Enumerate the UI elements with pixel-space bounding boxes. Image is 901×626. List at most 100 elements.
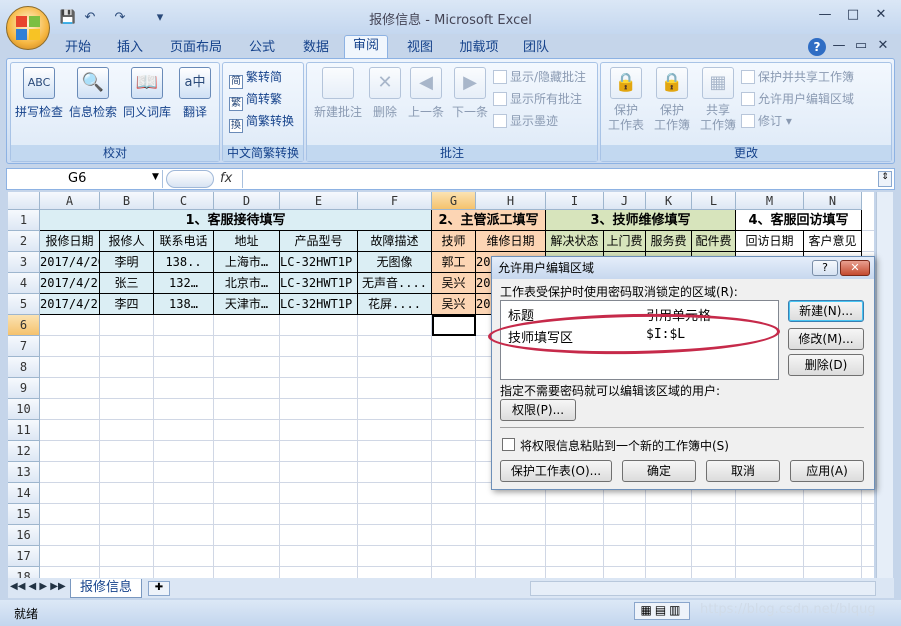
row-header[interactable]: 3 — [8, 252, 40, 273]
column-title-cell[interactable]: 产品型号 — [280, 231, 358, 252]
ok-button[interactable]: 确定 — [622, 460, 696, 482]
row-header[interactable]: 8 — [8, 357, 40, 378]
column-title-cell[interactable]: 解决状态 — [546, 231, 604, 252]
tab-page-layout[interactable]: 页面布局 — [164, 38, 228, 58]
new-range-button[interactable]: 新建(N)... — [788, 300, 864, 322]
paste-permissions-checkbox[interactable] — [502, 438, 515, 451]
name-box[interactable]: G6 — [8, 170, 163, 188]
next-comment-button[interactable]: ▶ 下一条 — [449, 65, 491, 129]
insert-sheet-icon[interactable]: ✚ — [148, 581, 170, 596]
table-cell[interactable]: 花屏.... — [358, 294, 432, 315]
table-cell[interactable]: LC-32HWT1P — [280, 294, 358, 315]
research-button[interactable]: 🔍 信息检索 — [67, 65, 119, 129]
row-header[interactable]: 15 — [8, 504, 40, 525]
column-header[interactable]: I — [546, 192, 604, 210]
table-cell[interactable]: 李明 — [100, 252, 154, 273]
column-title-cell[interactable]: 地址 — [214, 231, 280, 252]
column-title-cell[interactable]: 报修日期 — [40, 231, 100, 252]
view-buttons[interactable]: ▦▤▥ — [634, 602, 690, 620]
row-header[interactable]: 9 — [8, 378, 40, 399]
column-title-cell[interactable]: 故障描述 — [358, 231, 432, 252]
column-title-cell[interactable]: 服务费 — [646, 231, 692, 252]
row-header[interactable]: 17 — [8, 546, 40, 567]
row-header[interactable]: 6 — [8, 315, 40, 336]
table-cell[interactable]: 天津市… — [214, 294, 280, 315]
new-comment-button[interactable]: 新建批注 — [311, 65, 365, 129]
table-cell[interactable]: 2017/4/20 — [40, 252, 100, 273]
row-header[interactable]: 16 — [8, 525, 40, 546]
show-hide-comment-button[interactable]: 显示/隐藏批注 — [493, 67, 586, 87]
column-header[interactable]: K — [646, 192, 692, 210]
column-header[interactable]: N — [804, 192, 862, 210]
spell-check-button[interactable]: ABC 拼写检查 — [13, 65, 65, 129]
row-header[interactable]: 10 — [8, 399, 40, 420]
apply-button[interactable]: 应用(A) — [790, 460, 864, 482]
horizontal-scrollbar[interactable] — [530, 581, 876, 596]
row-header[interactable]: 14 — [8, 483, 40, 504]
column-header[interactable]: H — [476, 192, 546, 210]
table-cell[interactable]: 无声音.... — [358, 273, 432, 294]
tab-formulas[interactable]: 公式 — [242, 38, 282, 58]
help-icon[interactable]: ? — [808, 38, 826, 56]
doc-close-button[interactable]: ✕ — [870, 37, 896, 55]
row-header[interactable]: 2 — [8, 231, 40, 252]
table-cell[interactable]: 2017/4/21 — [40, 273, 100, 294]
table-cell[interactable]: 2017/4/21 — [40, 294, 100, 315]
selected-cell[interactable] — [432, 315, 476, 336]
group-header-cell[interactable]: 4、客服回访填写 — [736, 210, 862, 231]
column-header[interactable]: E — [280, 192, 358, 210]
row-header[interactable]: 11 — [8, 420, 40, 441]
tab-team[interactable]: 团队 — [516, 38, 556, 58]
tab-review[interactable]: 审阅 — [344, 35, 388, 59]
table-cell[interactable]: LC-32HWT1P — [280, 252, 358, 273]
modify-range-button[interactable]: 修改(M)... — [788, 328, 864, 350]
group-header-cell[interactable]: 2、主管派工填写 — [432, 210, 546, 231]
group-header-cell[interactable]: 1、客服接待填写 — [40, 210, 432, 231]
column-title-cell[interactable]: 客户意见 — [804, 231, 862, 252]
share-workbook-button[interactable]: ▦ 共享 工作簿 — [695, 65, 741, 132]
column-title-cell[interactable]: 维修日期 — [476, 231, 546, 252]
table-cell[interactable]: 无图像 — [358, 252, 432, 273]
show-ink-button[interactable]: 显示墨迹 — [493, 111, 558, 131]
allow-edit-ranges-button[interactable]: 允许用户编辑区域 — [741, 89, 854, 109]
column-title-cell[interactable]: 上门费 — [604, 231, 646, 252]
table-cell[interactable]: 138.. — [154, 252, 214, 273]
tab-addins[interactable]: 加载项 — [454, 38, 504, 58]
column-title-cell[interactable]: 技师 — [432, 231, 476, 252]
delete-comment-button[interactable]: ✕ 删除 — [367, 65, 403, 129]
column-header[interactable]: L — [692, 192, 736, 210]
column-header[interactable]: F — [358, 192, 432, 210]
formula-input[interactable] — [242, 170, 876, 188]
column-title-cell[interactable]: 配件费 — [692, 231, 736, 252]
close-button[interactable]: ✕ — [868, 6, 894, 24]
column-header[interactable]: A — [40, 192, 100, 210]
name-box-dropdown-icon[interactable]: ▼ — [152, 172, 159, 182]
protect-share-button[interactable]: 保护并共享工作簿 — [741, 67, 854, 87]
row-header[interactable]: 5 — [8, 294, 40, 315]
tab-insert[interactable]: 插入 — [110, 38, 150, 58]
table-cell[interactable]: 郭工 — [432, 252, 476, 273]
tab-home[interactable]: 开始 — [58, 38, 98, 58]
delete-range-button[interactable]: 删除(D) — [788, 354, 864, 376]
show-all-comments-button[interactable]: 显示所有批注 — [493, 89, 582, 109]
table-cell[interactable]: 北京市… — [214, 273, 280, 294]
permissions-button[interactable]: 权限(P)... — [500, 399, 576, 421]
table-cell[interactable]: 132… — [154, 273, 214, 294]
tab-view[interactable]: 视图 — [400, 38, 440, 58]
table-cell[interactable]: 李四 — [100, 294, 154, 315]
table-cell[interactable]: 吴兴 — [432, 294, 476, 315]
table-cell[interactable]: 吴兴 — [432, 273, 476, 294]
translate-button[interactable]: a中 翻译 — [173, 65, 217, 129]
trad-to-simp-button[interactable]: 简繁转简 — [229, 67, 282, 89]
cancel-button[interactable]: 取消 — [706, 460, 780, 482]
column-title-cell[interactable]: 报修人 — [100, 231, 154, 252]
sheet-nav-arrows-icon[interactable]: ◀◀ ◀ ▶ ▶▶ — [10, 581, 66, 592]
dialog-help-button[interactable]: ? — [812, 260, 838, 276]
row-header[interactable]: 13 — [8, 462, 40, 483]
protect-sheet-dialog-button[interactable]: 保护工作表(O)... — [500, 460, 612, 482]
column-header[interactable]: B — [100, 192, 154, 210]
vertical-scrollbar[interactable] — [876, 192, 893, 580]
dialog-close-button[interactable]: ✕ — [840, 260, 870, 276]
protect-sheet-button[interactable]: 🔒 保护 工作表 — [603, 65, 649, 132]
row-header[interactable]: 4 — [8, 273, 40, 294]
